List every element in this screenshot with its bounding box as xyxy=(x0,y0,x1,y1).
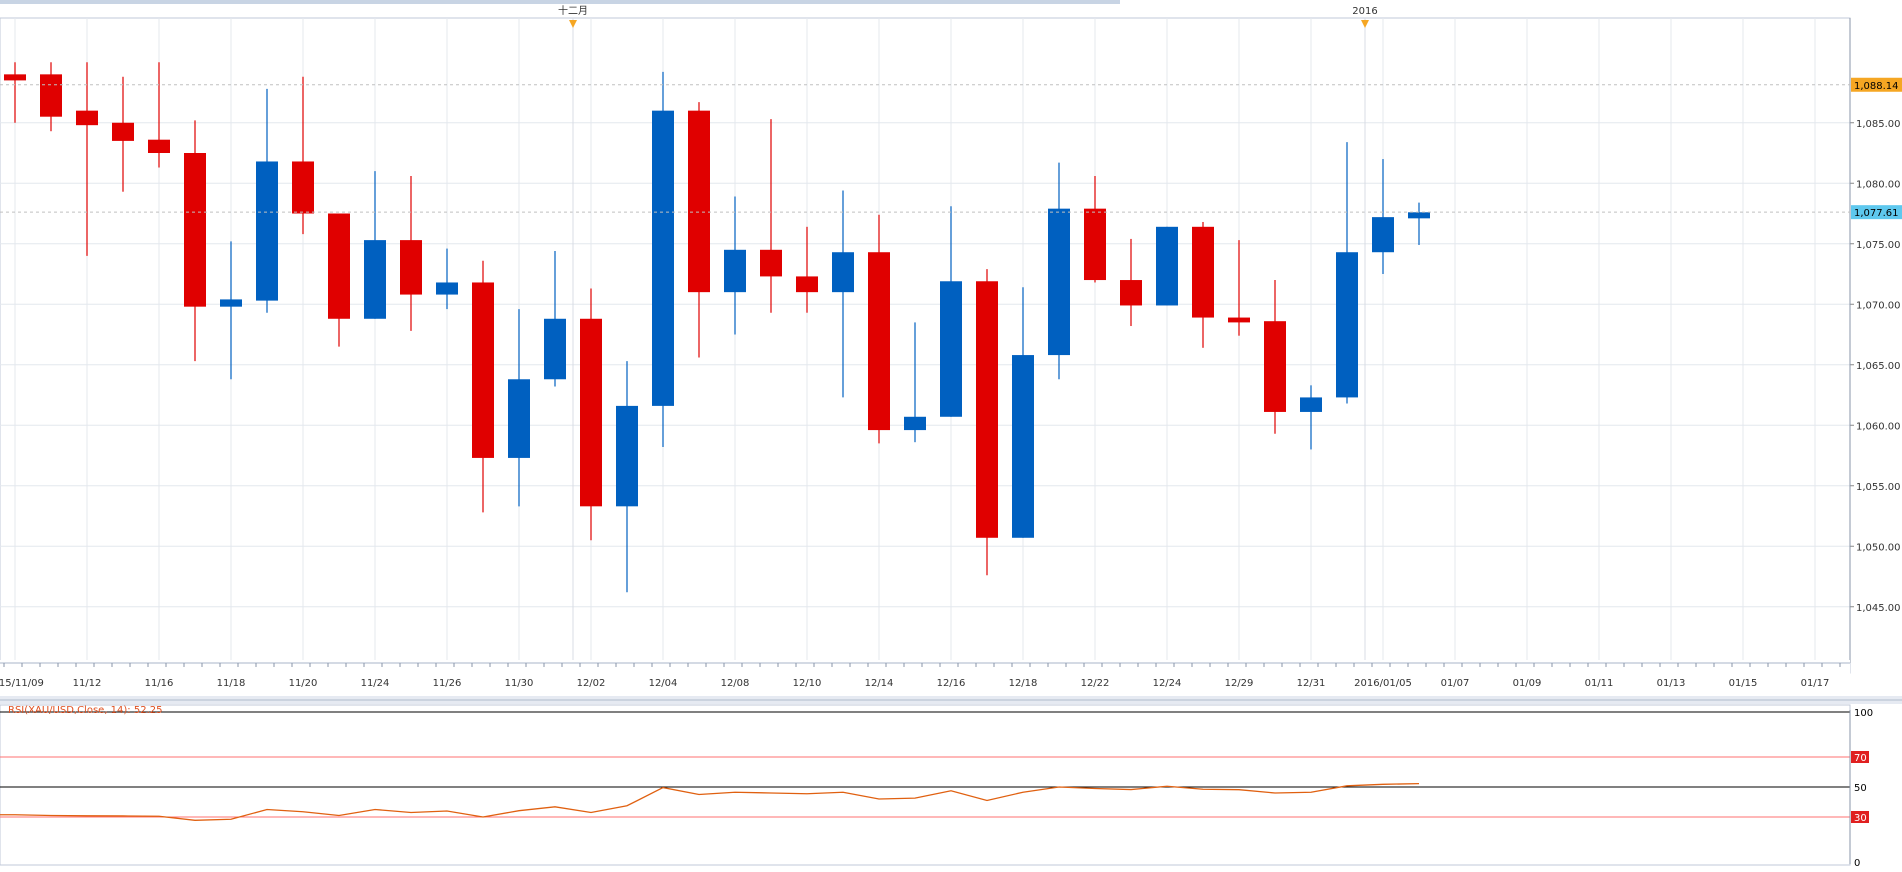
candle-body-down xyxy=(1120,280,1142,306)
event-marker-label: 2016 xyxy=(1352,6,1377,17)
date-tick-label: 12/24 xyxy=(1153,678,1182,689)
candle-body-up xyxy=(904,416,926,431)
price-axis: 1,045.00 1,050.00 1,055.00 1,060.00 1,065.00… xyxy=(1849,18,1901,663)
date-tick-label: 2015/11/09 xyxy=(0,678,44,689)
date-tick-label: 2016/01/05 xyxy=(1354,678,1412,689)
date-tick-label: 01/07 xyxy=(1441,678,1470,689)
candle-body-down xyxy=(328,213,350,319)
candle-body-down xyxy=(472,282,494,458)
candle-body-down xyxy=(40,74,62,117)
rsi-panel-frame xyxy=(0,704,1851,866)
candle-body-up xyxy=(1336,252,1358,398)
date-tick-label: 12/02 xyxy=(577,678,606,689)
candle-body-down xyxy=(1084,208,1106,281)
price-tick-label: 1,045.00 xyxy=(1856,603,1901,614)
candle-body-up xyxy=(256,161,278,301)
date-tick-label: 11/18 xyxy=(217,678,246,689)
date-tick-label: 12/22 xyxy=(1081,678,1110,689)
rsi-tick-label: 70 xyxy=(1854,753,1867,764)
date-tick-label: 12/04 xyxy=(649,678,678,689)
price-tag-label: 1,077.61 xyxy=(1854,208,1899,219)
candle-body-down xyxy=(148,139,170,153)
price-tick-label: 1,070.00 xyxy=(1856,300,1901,311)
candle-body-up xyxy=(832,252,854,293)
price-tick-label: 1,075.00 xyxy=(1856,240,1901,251)
candle-body-down xyxy=(292,161,314,214)
top-scrollbar[interactable] xyxy=(0,0,1120,4)
date-tick-label: 11/12 xyxy=(73,678,102,689)
price-tick-label: 1,060.00 xyxy=(1856,421,1901,432)
candle-body-down xyxy=(112,122,134,141)
candle-body-up xyxy=(652,110,674,406)
candle-body-up xyxy=(1408,212,1430,219)
event-marker-label: 十二月 xyxy=(558,4,588,17)
candle-body-down xyxy=(688,110,710,293)
price-tick-label: 1,085.00 xyxy=(1856,119,1901,130)
candle-body-down xyxy=(184,153,206,307)
date-tick-label: 12/08 xyxy=(721,678,750,689)
price-panel-frame xyxy=(0,17,1851,674)
date-tick-label: 01/09 xyxy=(1513,678,1542,689)
candle-body-up xyxy=(940,281,962,417)
date-tick-label: 12/29 xyxy=(1225,678,1254,689)
date-tick-label: 12/18 xyxy=(1009,678,1038,689)
rsi-tick-label: 0 xyxy=(1854,858,1860,868)
date-tick-label: 11/26 xyxy=(433,678,462,689)
rsi-tick-label: 100 xyxy=(1854,708,1873,719)
candle-body-down xyxy=(868,252,890,431)
candle-body-down xyxy=(1264,321,1286,412)
date-tick-label: 01/17 xyxy=(1801,678,1830,689)
date-tick-label: 12/16 xyxy=(937,678,966,689)
candle-body-down xyxy=(1192,226,1214,318)
date-tick-label: 11/24 xyxy=(361,678,390,689)
chart-window: 1,045.00 1,050.00 1,055.00 1,060.00 1,065.00… xyxy=(0,0,1902,869)
candle-body-down xyxy=(4,74,26,81)
date-axis-band xyxy=(0,660,1850,696)
price-tick-label: 1,065.00 xyxy=(1856,361,1901,372)
date-tick-label: 11/30 xyxy=(505,678,534,689)
date-tick-label: 12/10 xyxy=(793,678,822,689)
date-tick-label: 01/11 xyxy=(1585,678,1614,689)
candle-body-up xyxy=(616,405,638,507)
candle-body-up xyxy=(220,299,242,307)
candle-body-up xyxy=(364,240,386,319)
candle-body-down xyxy=(796,276,818,293)
chart-canvas[interactable]: 1,045.00 1,050.00 1,055.00 1,060.00 1,065.00… xyxy=(0,0,1902,869)
candle-body-up xyxy=(436,282,458,295)
candle-body-up xyxy=(544,318,566,380)
candle-body-down xyxy=(976,281,998,538)
candle-body-up xyxy=(1012,355,1034,538)
candle-body-down xyxy=(1228,317,1250,323)
date-tick-label: 01/15 xyxy=(1729,678,1758,689)
date-tick-label: 12/14 xyxy=(865,678,894,689)
price-tick-label: 1,080.00 xyxy=(1856,179,1901,190)
candle-body-up xyxy=(1048,208,1070,356)
date-tick-label: 11/16 xyxy=(145,678,174,689)
price-tag-label: 1,088.14 xyxy=(1854,81,1899,92)
rsi-tick-label: 50 xyxy=(1854,783,1867,794)
date-tick-label: 12/31 xyxy=(1297,678,1326,689)
candle-body-up xyxy=(508,379,530,458)
date-tick-label: 11/20 xyxy=(289,678,318,689)
rsi-title: RSI(XAU/USD,Close, 14): 52.25 xyxy=(8,705,162,716)
candle-body-down xyxy=(400,240,422,295)
candle-body-up xyxy=(1300,397,1322,412)
rsi-tick-label: 30 xyxy=(1854,813,1867,824)
price-tick-label: 1,055.00 xyxy=(1856,482,1901,493)
price-tick-label: 1,050.00 xyxy=(1856,542,1901,553)
candle-body-down xyxy=(760,249,782,277)
date-tick-label: 01/13 xyxy=(1657,678,1686,689)
candle-body-up xyxy=(724,249,746,293)
candle-body-up xyxy=(1372,217,1394,253)
candle-body-down xyxy=(76,110,98,126)
candle-body-up xyxy=(1156,226,1178,306)
candle-body-down xyxy=(580,318,602,507)
